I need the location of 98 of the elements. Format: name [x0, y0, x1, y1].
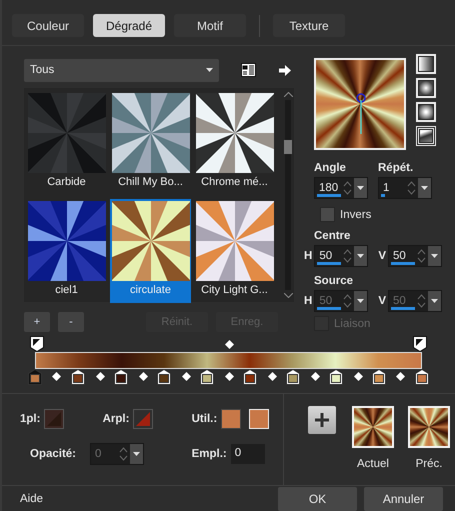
tab[interactable]: Dégradé	[93, 14, 165, 37]
dropdown-button[interactable]	[428, 246, 441, 266]
background-label: Arpl:	[102, 413, 130, 425]
dropdown-button[interactable]	[354, 178, 367, 198]
custom-label: Util.:	[192, 413, 218, 425]
midpoint-icon[interactable]	[310, 372, 320, 381]
spin-field[interactable]: 50	[388, 245, 442, 267]
gradient-preset[interactable]: circulate	[110, 199, 191, 303]
ok-button[interactable]: OK	[278, 486, 357, 510]
caret-icon	[133, 452, 140, 456]
color-stop[interactable]	[200, 369, 214, 385]
dropdown-button[interactable]	[130, 444, 144, 464]
source-label: Source	[314, 275, 354, 287]
midpoint-icon[interactable]	[224, 372, 234, 381]
remove-button[interactable]: -	[58, 312, 84, 332]
angle-label: Angle	[314, 162, 347, 174]
spin-field[interactable]: 50	[314, 245, 368, 267]
add-button[interactable]	[308, 406, 336, 434]
dropdown-button[interactable]	[354, 246, 368, 266]
opacity-label: Opacité:	[30, 448, 76, 460]
arrow-right-icon[interactable]	[279, 64, 291, 76]
dropdown-button[interactable]	[418, 178, 431, 198]
spin-field[interactable]: 180	[314, 177, 368, 199]
gradient-style-button[interactable]	[416, 54, 436, 74]
v-label: V	[378, 295, 386, 307]
spin-field[interactable]: 1	[378, 177, 432, 199]
stepper-icon	[416, 249, 426, 263]
opacity-stop-icon[interactable]	[413, 336, 427, 352]
gradient-preset[interactable]: Chill My Bo...	[110, 91, 191, 195]
caret-icon	[206, 68, 213, 72]
gradient-preset[interactable]: Carbide	[26, 91, 107, 195]
scrollbar-thumb[interactable]	[284, 140, 292, 154]
stepper-icon	[343, 249, 352, 263]
tab[interactable]: Couleur	[12, 14, 84, 37]
chevron-up-icon[interactable]	[284, 92, 292, 97]
tab[interactable]: Texture	[273, 14, 345, 37]
sample-label: Préc.	[416, 458, 442, 470]
midpoint-icon[interactable]	[138, 372, 148, 381]
v-label: V	[378, 250, 386, 262]
gradient-style-button[interactable]	[416, 126, 436, 146]
stepper-icon	[119, 447, 128, 461]
gradient-preset[interactable]: ciel1	[26, 199, 107, 303]
h-label: H	[304, 250, 312, 262]
midpoint-icon[interactable]	[96, 372, 104, 381]
stepper-icon	[343, 294, 352, 308]
color-stop[interactable]	[243, 369, 257, 385]
gradient-sample[interactable]	[408, 406, 450, 448]
color-stop[interactable]	[415, 369, 429, 385]
add-button[interactable]: +	[24, 312, 50, 332]
gradient-sample[interactable]	[352, 406, 394, 448]
midpoint-icon[interactable]	[354, 372, 362, 381]
gradient-style-button[interactable]	[416, 78, 436, 98]
caret-icon	[357, 186, 364, 190]
help-link[interactable]: Aide	[20, 492, 44, 504]
color-stop[interactable]	[372, 369, 386, 385]
gradient-preset[interactable]: City Light G...	[194, 199, 275, 303]
sample-label: Actuel	[357, 458, 389, 470]
stepper-icon	[343, 181, 352, 195]
foreground-swatch[interactable]	[44, 409, 64, 429]
invert-checkbox[interactable]: Invers	[320, 207, 444, 222]
caret-icon	[430, 299, 438, 303]
caret-icon	[430, 254, 438, 258]
cancel-button[interactable]: Annuler	[364, 486, 443, 510]
color-stop[interactable]	[286, 369, 300, 385]
chevron-down-icon[interactable]	[284, 293, 292, 298]
center-label: Centre	[314, 230, 352, 242]
category-dropdown[interactable]: Tous	[24, 58, 219, 82]
color-stop[interactable]	[28, 369, 42, 385]
color-stop[interactable]	[114, 369, 128, 385]
opacity-stop-icon[interactable]	[30, 336, 44, 352]
repeat-label: Répét.	[378, 162, 414, 174]
caret-icon	[357, 254, 364, 258]
custom-swatch[interactable]	[221, 409, 242, 429]
h-label: H	[304, 295, 312, 307]
tab[interactable]: Motif	[174, 14, 246, 37]
location-field[interactable]: 0	[230, 444, 265, 464]
midpoint-icon[interactable]	[396, 372, 406, 381]
foreground-label: 1pl:	[20, 413, 40, 425]
plus-icon	[315, 413, 329, 427]
gradient-preset[interactable]: Chrome mé...	[194, 91, 275, 195]
background-swatch[interactable]	[133, 409, 154, 429]
color-stop[interactable]	[156, 369, 171, 385]
center-handle-icon[interactable]	[355, 92, 367, 134]
location-label: Empl.:	[192, 448, 227, 460]
midpoint-icon[interactable]	[268, 372, 276, 381]
midpoint-icon[interactable]	[52, 372, 62, 381]
dropdown-button[interactable]	[354, 291, 368, 311]
midpoint-icon[interactable]	[182, 372, 190, 381]
stepper-icon	[416, 294, 426, 308]
caret-icon	[421, 186, 428, 190]
gradient-style-button[interactable]	[416, 102, 436, 122]
midpoint-icon[interactable]	[224, 340, 234, 349]
dropdown-button[interactable]	[428, 291, 441, 311]
list-icon[interactable]	[241, 63, 256, 77]
color-stop[interactable]	[329, 369, 343, 385]
color-stop[interactable]	[70, 369, 85, 385]
caret-icon	[357, 299, 364, 303]
stepper-icon	[407, 181, 416, 195]
